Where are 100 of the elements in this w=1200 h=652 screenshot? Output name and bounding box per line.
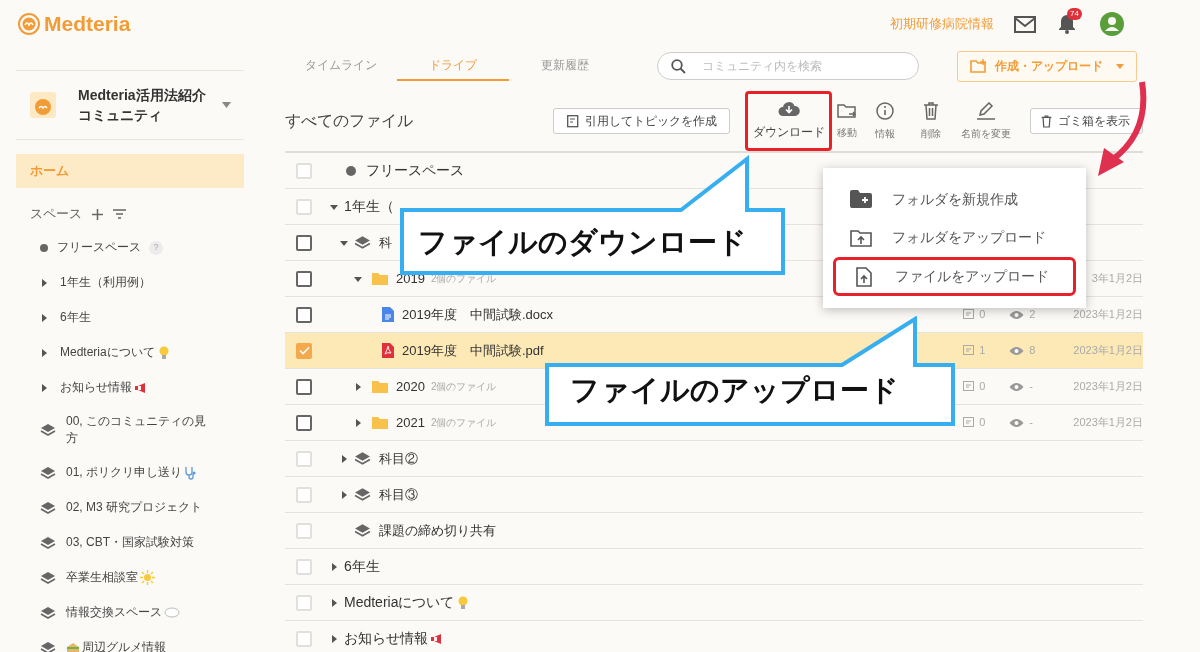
filter-icon[interactable] (113, 209, 126, 219)
eye-icon (1009, 345, 1025, 356)
callout-tooltip-text: ファイルのアップロード (570, 373, 899, 408)
files-heading: すべてのファイル (285, 111, 414, 131)
callout-tooltip-text: ファイルのダウンロード (418, 225, 747, 260)
light-bulb-icon (458, 596, 469, 611)
dropdown-caret-icon[interactable] (222, 102, 231, 108)
sidebar-space-item[interactable]: 01, ポリクリ申し送り (66, 464, 216, 481)
logo-text: Medteria (44, 11, 131, 38)
sidebar-space-item[interactable]: Medteriaについて (60, 344, 210, 361)
file-count: 2個のファイル (430, 416, 497, 430)
layers-icon (40, 570, 56, 585)
mail-icon[interactable] (1014, 15, 1036, 33)
sidebar-space-item[interactable]: お知らせ情報 (60, 379, 210, 396)
view-count: 2 (1029, 307, 1037, 323)
layers-icon (40, 605, 56, 620)
sidebar-space-item[interactable]: 02, M3 研究プロジェクト (66, 499, 216, 516)
date-text: 2023年1月2日 (1073, 379, 1143, 395)
search-field[interactable]: コミュニティ内を検索 (657, 52, 919, 80)
add-icon[interactable] (92, 208, 103, 220)
megaphone-icon (134, 381, 148, 394)
eye-icon (1009, 381, 1025, 392)
delete-action-button[interactable]: 削除 (908, 91, 954, 151)
comment-count: 0 (979, 307, 987, 323)
document-icon (382, 307, 394, 322)
eye-icon (1009, 417, 1025, 428)
layers-icon (40, 640, 56, 652)
light-bulb-icon (158, 345, 169, 360)
search-icon (671, 59, 686, 74)
notification-badge: 74 (1067, 8, 1082, 20)
logo-icon (18, 13, 40, 35)
file-count: 2個のファイル (430, 380, 497, 394)
folder-icon (372, 380, 388, 393)
sun-icon (140, 570, 155, 586)
dot-icon (40, 243, 48, 252)
layers-icon (354, 235, 371, 250)
sidebar-space-item[interactable]: 03, CBT・国家試験対策 (66, 534, 216, 551)
file-upload-icon (856, 266, 872, 287)
menu-item[interactable]: ファイルをアップロード (833, 257, 1076, 296)
sidebar-space-item[interactable]: 6年生 (60, 309, 210, 326)
folder-icon (372, 272, 388, 285)
layers-icon (354, 487, 371, 502)
trash-icon (1041, 114, 1052, 128)
view-count: - (1029, 379, 1034, 395)
date-text: 2023年1月2日 (1073, 415, 1143, 431)
comment-icon (963, 380, 975, 393)
sidebar-space-item[interactable]: 情報交換スペース (66, 604, 216, 621)
megaphone-icon (430, 633, 444, 646)
speech-bubble-icon (164, 606, 180, 619)
eye-icon (1009, 309, 1025, 320)
community-icon (30, 92, 56, 118)
view-count: 8 (1029, 343, 1037, 359)
bell-icon[interactable] (1058, 14, 1076, 34)
layers-icon (40, 423, 56, 437)
quote-topic-button[interactable]: 引用してトピックを作成 (553, 108, 730, 134)
pdf-file-icon (382, 343, 394, 358)
layers-icon (40, 500, 56, 515)
comment-icon (963, 344, 975, 357)
sidebar-space-item[interactable]: 周辺グルメ情報 (66, 639, 216, 652)
comment-count: 1 (979, 343, 987, 359)
menu-item[interactable]: フォルダを新規作成 (833, 180, 1076, 219)
caret-down-icon (1116, 63, 1124, 69)
comment-count: 0 (979, 379, 987, 395)
trash-icon (923, 101, 939, 120)
info-action-button[interactable]: 情報 (862, 91, 908, 151)
community-name[interactable]: Medteria活用法紹介コミュニティ (78, 85, 206, 125)
layers-icon (354, 523, 371, 538)
move-action-button[interactable]: 移動 (832, 91, 862, 151)
view-count: - (1029, 415, 1034, 431)
layers-icon (354, 451, 371, 466)
folder-add-icon (970, 58, 987, 74)
folder-add-icon (850, 190, 872, 209)
pencil-icon (976, 101, 996, 120)
comment-count: 0 (979, 415, 987, 431)
layers-icon (40, 465, 56, 480)
download-action-button[interactable]: ダウンロード (745, 91, 832, 151)
caret-right-icon[interactable] (40, 348, 48, 357)
folder-icon (372, 416, 388, 429)
user-avatar-icon[interactable] (1100, 12, 1124, 36)
sidebar-space-item[interactable]: フリースペース (57, 239, 141, 256)
dot-icon (346, 165, 356, 176)
caret-right-icon[interactable] (40, 383, 48, 392)
sidebar-space-item[interactable]: 1年生（利用例） (60, 274, 210, 291)
topic-icon (566, 114, 579, 128)
sidebar-space-item[interactable]: 00, このコミュニティの見方 (66, 413, 216, 447)
caret-right-icon[interactable] (40, 313, 48, 322)
sandwich-icon (66, 641, 80, 652)
show-trash-button[interactable]: ゴミ箱を表示 (1030, 108, 1143, 134)
rename-action-button[interactable]: 名前を変更 (954, 91, 1018, 151)
caret-right-icon[interactable] (40, 278, 48, 287)
spaces-label: スペース (30, 205, 82, 224)
date-text: 3年1月2日 (1091, 271, 1143, 287)
menu-item[interactable]: フォルダをアップロード (833, 218, 1076, 258)
layers-icon (40, 535, 56, 550)
sidebar-space-item[interactable]: 卒業生相談室 (66, 569, 216, 586)
stethoscope-icon (184, 465, 198, 480)
comment-icon (963, 308, 975, 321)
folder-move-icon (837, 102, 857, 119)
comment-icon (963, 416, 975, 429)
info-icon (876, 101, 894, 120)
